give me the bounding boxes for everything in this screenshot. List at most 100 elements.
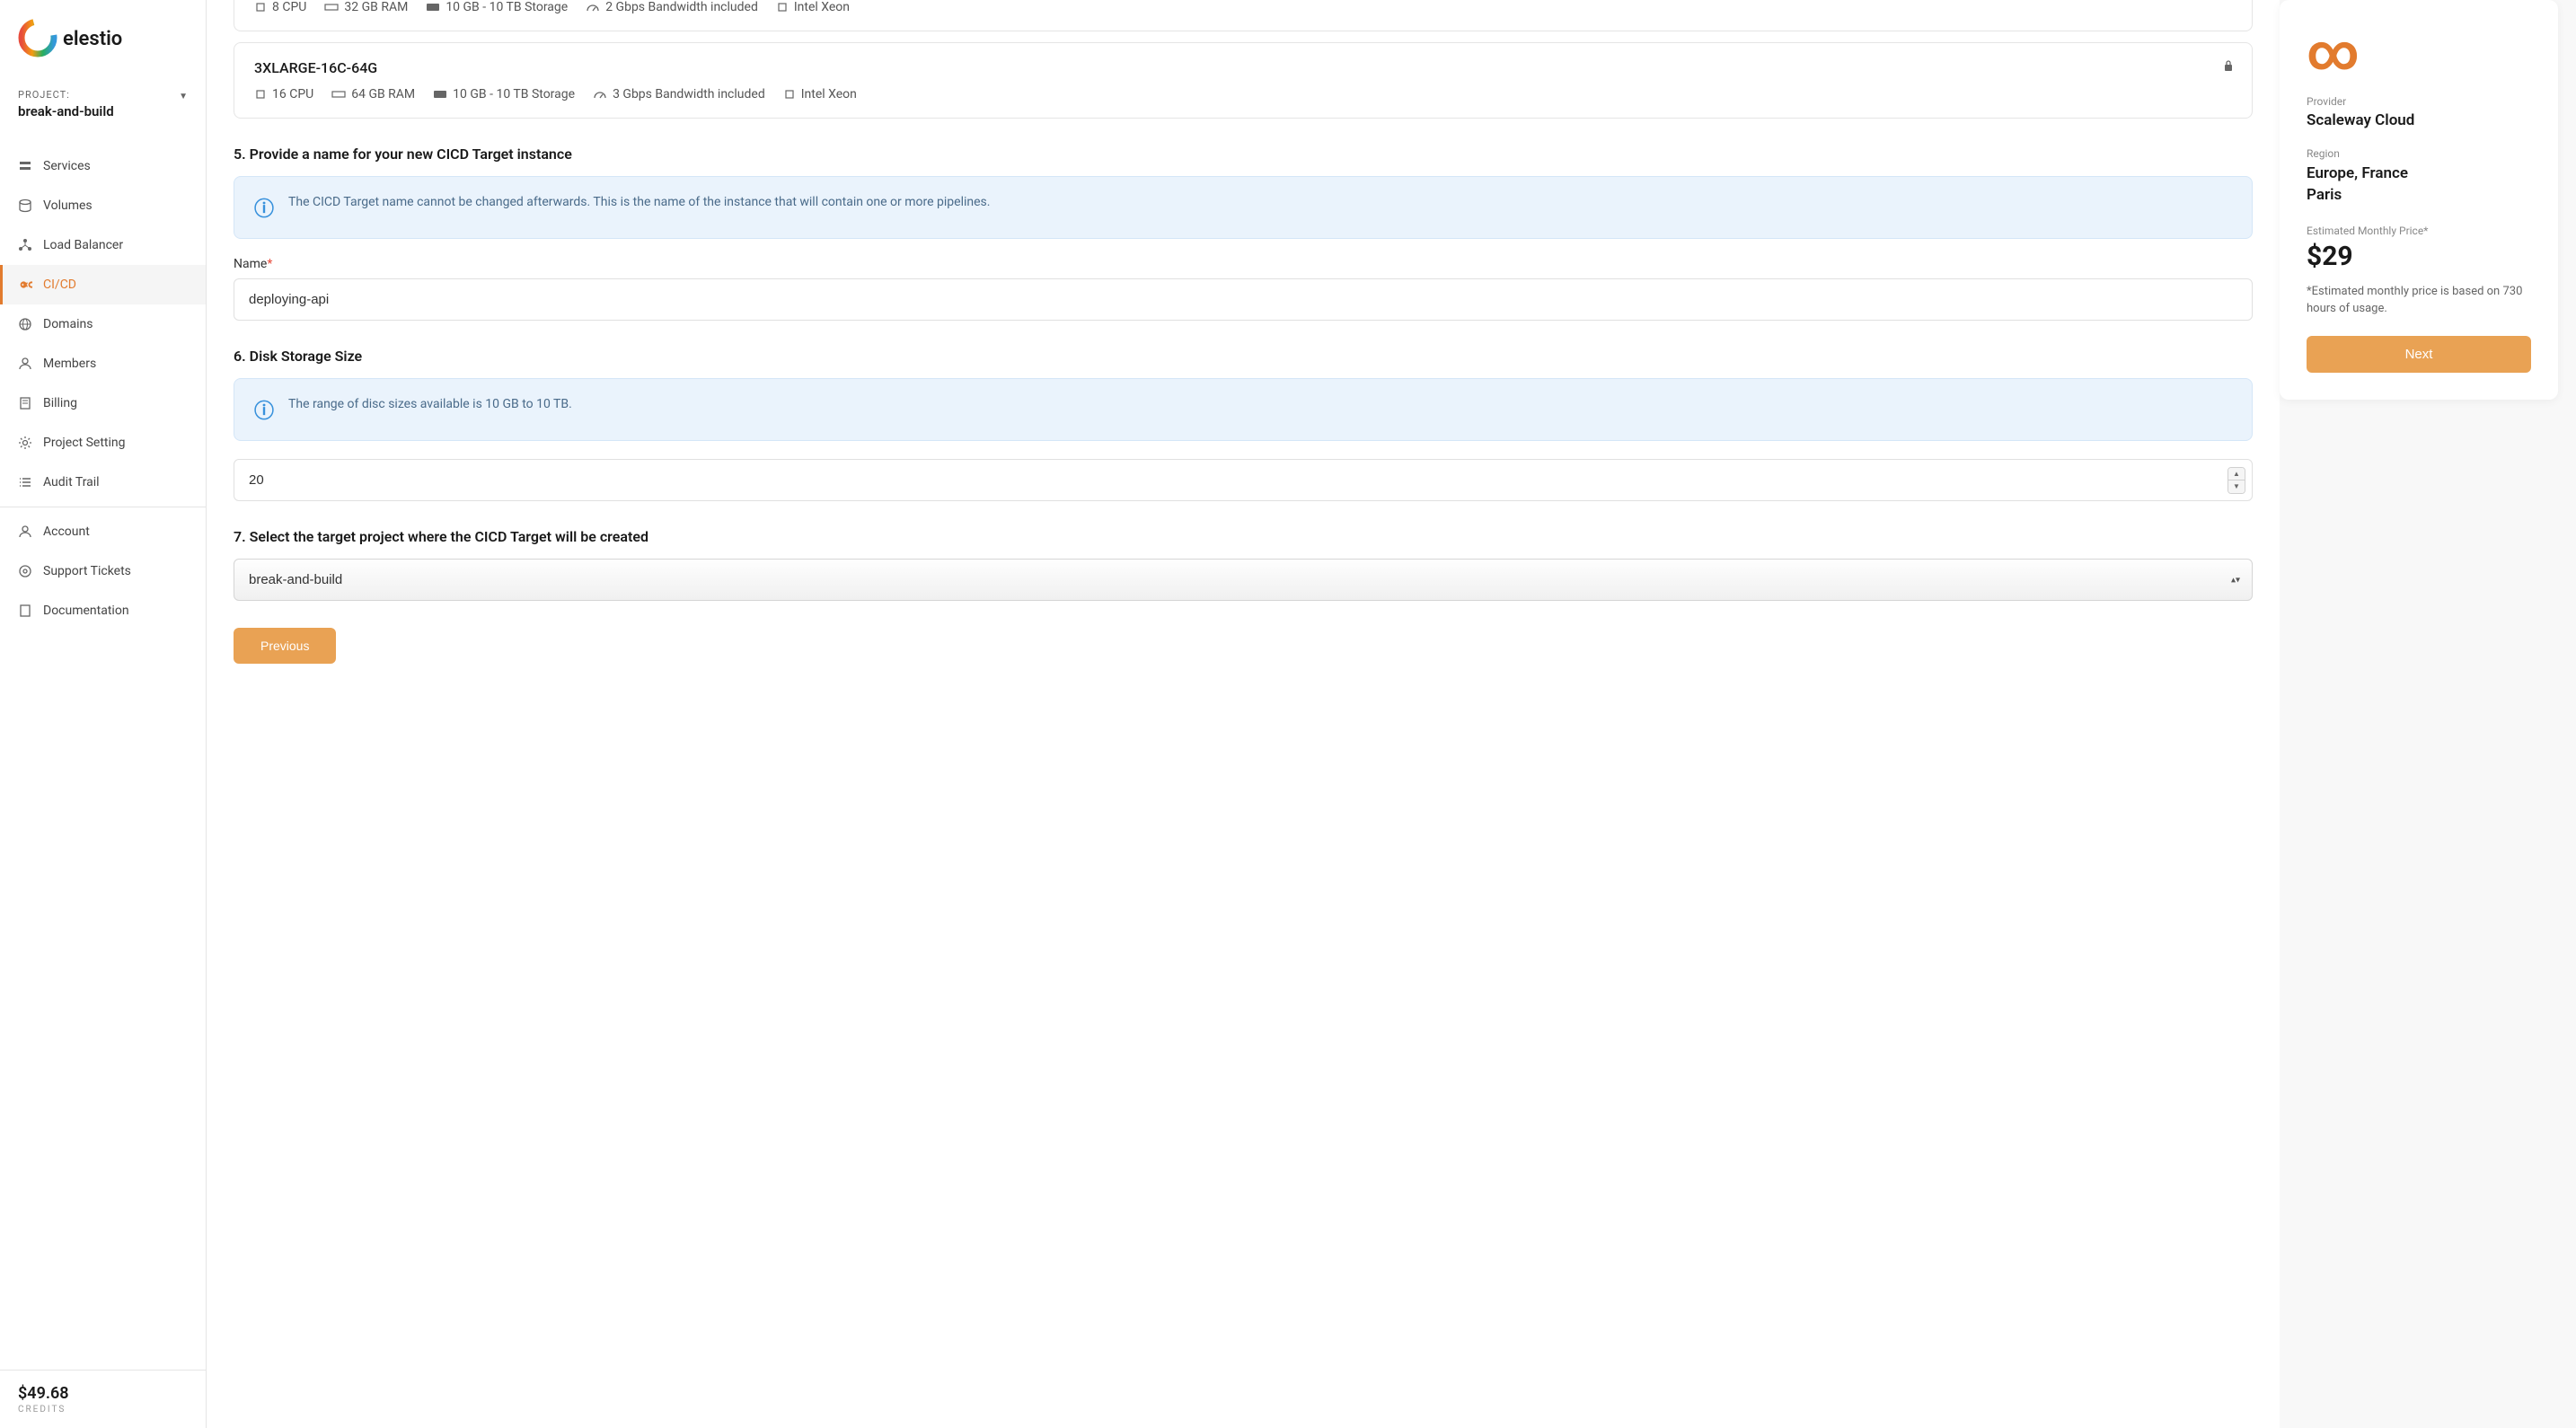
summary-panel-wrapper: ∞ Provider Scaleway Cloud Region Europe,…	[2280, 0, 2576, 1428]
spec-bandwidth: 3 Gbps Bandwidth included	[593, 87, 765, 101]
services-icon	[18, 159, 32, 173]
sidebar-item-label: Billing	[43, 396, 77, 410]
billing-icon	[18, 396, 32, 410]
chevron-down-icon: ▼	[179, 92, 188, 101]
loadbalancer-icon	[18, 238, 32, 252]
sidebar-item-label: Volumes	[43, 198, 93, 213]
sidebar-item-label: Support Tickets	[43, 564, 131, 578]
chip-icon	[776, 1, 789, 13]
lock-icon	[2223, 59, 2234, 75]
support-icon	[18, 564, 32, 578]
sidebar-item-projectsetting[interactable]: Project Setting	[0, 423, 206, 463]
sidebar-item-support[interactable]: Support Tickets	[0, 551, 206, 591]
info-icon: ⓘ	[254, 193, 274, 222]
sidebar-item-loadbalancer[interactable]: Load Balancer	[0, 225, 206, 265]
credits-amount: $49.68	[18, 1384, 188, 1403]
sidebar-item-label: Domains	[43, 317, 93, 331]
spec-storage: 10 GB - 10 TB Storage	[426, 0, 568, 14]
plan-specs: 8 CPU 32 GB RAM 10 GB - 10 TB Storage 2 …	[254, 0, 2232, 14]
previous-button[interactable]: Previous	[234, 628, 336, 664]
plan-title: 3XLARGE-16C-64G	[254, 59, 2232, 76]
sidebar-item-label: Audit Trail	[43, 475, 100, 489]
credits-section: $49.68 CREDITS	[0, 1370, 206, 1428]
plan-card-3xlarge[interactable]: 3XLARGE-16C-64G 16 CPU 64 GB RAM 10 GB -…	[234, 42, 2253, 119]
cpu-icon	[254, 1, 267, 13]
credits-label: CREDITS	[18, 1405, 188, 1415]
info-text: The range of disc sizes available is 10 …	[288, 395, 572, 414]
infinity-icon: ∞	[2307, 27, 2531, 77]
sidebar-item-label: Services	[43, 159, 91, 173]
plan-card-partial[interactable]: 8 CPU 32 GB RAM 10 GB - 10 TB Storage 2 …	[234, 0, 2253, 31]
sidebar-nav: Services Volumes Load Balancer CI/CD	[0, 146, 206, 1370]
sidebar-item-billing[interactable]: Billing	[0, 383, 206, 423]
user-icon	[18, 357, 32, 371]
next-button[interactable]: Next	[2307, 336, 2531, 373]
sidebar-item-label: Documentation	[43, 604, 129, 618]
price-value: $29	[2307, 241, 2531, 272]
sidebar: elestio PROJECT: break-and-build ▼ Servi…	[0, 0, 207, 1428]
sidebar-item-documentation[interactable]: Documentation	[0, 591, 206, 630]
section-5-heading: 5. Provide a name for your new CICD Targ…	[234, 145, 2253, 163]
sidebar-item-label: Members	[43, 357, 96, 371]
required-asterisk: *	[267, 257, 272, 271]
sidebar-item-label: Account	[43, 524, 90, 539]
stepper-up-button[interactable]: ▲	[2228, 468, 2245, 480]
main-content: 8 CPU 32 GB RAM 10 GB - 10 TB Storage 2 …	[207, 0, 2280, 1428]
provider-label: Provider	[2307, 95, 2531, 108]
stepper-down-button[interactable]: ▼	[2228, 480, 2245, 493]
gear-icon	[18, 436, 32, 450]
name-input[interactable]	[234, 278, 2253, 321]
sidebar-item-volumes[interactable]: Volumes	[0, 186, 206, 225]
sidebar-item-members[interactable]: Members	[0, 344, 206, 383]
sidebar-item-cicd[interactable]: CI/CD	[0, 265, 206, 304]
info-text: The CICD Target name cannot be changed a…	[288, 193, 990, 212]
chip-icon	[783, 88, 796, 101]
globe-icon	[18, 317, 32, 331]
spec-processor: Intel Xeon	[783, 87, 857, 101]
sidebar-item-account[interactable]: Account	[0, 512, 206, 551]
storage-icon	[426, 2, 440, 13]
sidebar-item-label: Project Setting	[43, 436, 125, 450]
section-6-heading: 6. Disk Storage Size	[234, 348, 2253, 365]
list-icon	[18, 475, 32, 489]
spec-bandwidth: 2 Gbps Bandwidth included	[586, 0, 758, 14]
section-7-heading: 7. Select the target project where the C…	[234, 528, 2253, 545]
provider-value: Scaleway Cloud	[2307, 111, 2531, 129]
info-box-name: ⓘ The CICD Target name cannot be changed…	[234, 176, 2253, 239]
spec-storage: 10 GB - 10 TB Storage	[433, 87, 575, 101]
spec-ram: 64 GB RAM	[331, 87, 415, 101]
ram-icon	[331, 89, 346, 100]
spec-cpu: 8 CPU	[254, 0, 306, 14]
volumes-icon	[18, 198, 32, 213]
project-selector[interactable]: PROJECT: break-and-build ▼	[0, 80, 206, 128]
summary-card: ∞ Provider Scaleway Cloud Region Europe,…	[2280, 0, 2558, 400]
spec-processor: Intel Xeon	[776, 0, 850, 14]
project-name: break-and-build	[18, 103, 114, 119]
sidebar-item-audittrail[interactable]: Audit Trail	[0, 463, 206, 502]
svg-text:elestio: elestio	[63, 28, 122, 50]
spec-ram: 32 GB RAM	[324, 0, 408, 14]
gauge-icon	[593, 89, 607, 100]
plan-specs: 16 CPU 64 GB RAM 10 GB - 10 TB Storage 3…	[254, 87, 2232, 101]
price-note: *Estimated monthly price is based on 730…	[2307, 283, 2531, 318]
name-label: Name*	[234, 257, 2253, 271]
sidebar-item-label: Load Balancer	[43, 238, 123, 252]
account-icon	[18, 524, 32, 539]
logo: elestio	[0, 18, 206, 80]
disk-size-stepper: ▲ ▼	[2228, 467, 2245, 494]
sidebar-item-services[interactable]: Services	[0, 146, 206, 186]
gauge-icon	[586, 2, 600, 13]
region-label: Region	[2307, 147, 2531, 160]
sidebar-item-label: CI/CD	[43, 278, 76, 292]
disk-size-input[interactable]	[234, 459, 2253, 501]
sidebar-item-domains[interactable]: Domains	[0, 304, 206, 344]
storage-icon	[433, 89, 447, 100]
region-value: Europe, France Paris	[2307, 163, 2531, 207]
ram-icon	[324, 2, 339, 13]
info-box-disk: ⓘ The range of disc sizes available is 1…	[234, 378, 2253, 441]
project-select[interactable]: break-and-build	[234, 559, 2253, 601]
spec-cpu: 16 CPU	[254, 87, 313, 101]
info-icon: ⓘ	[254, 395, 274, 424]
price-label: Estimated Monthly Price*	[2307, 225, 2531, 237]
project-label: PROJECT:	[18, 89, 114, 101]
